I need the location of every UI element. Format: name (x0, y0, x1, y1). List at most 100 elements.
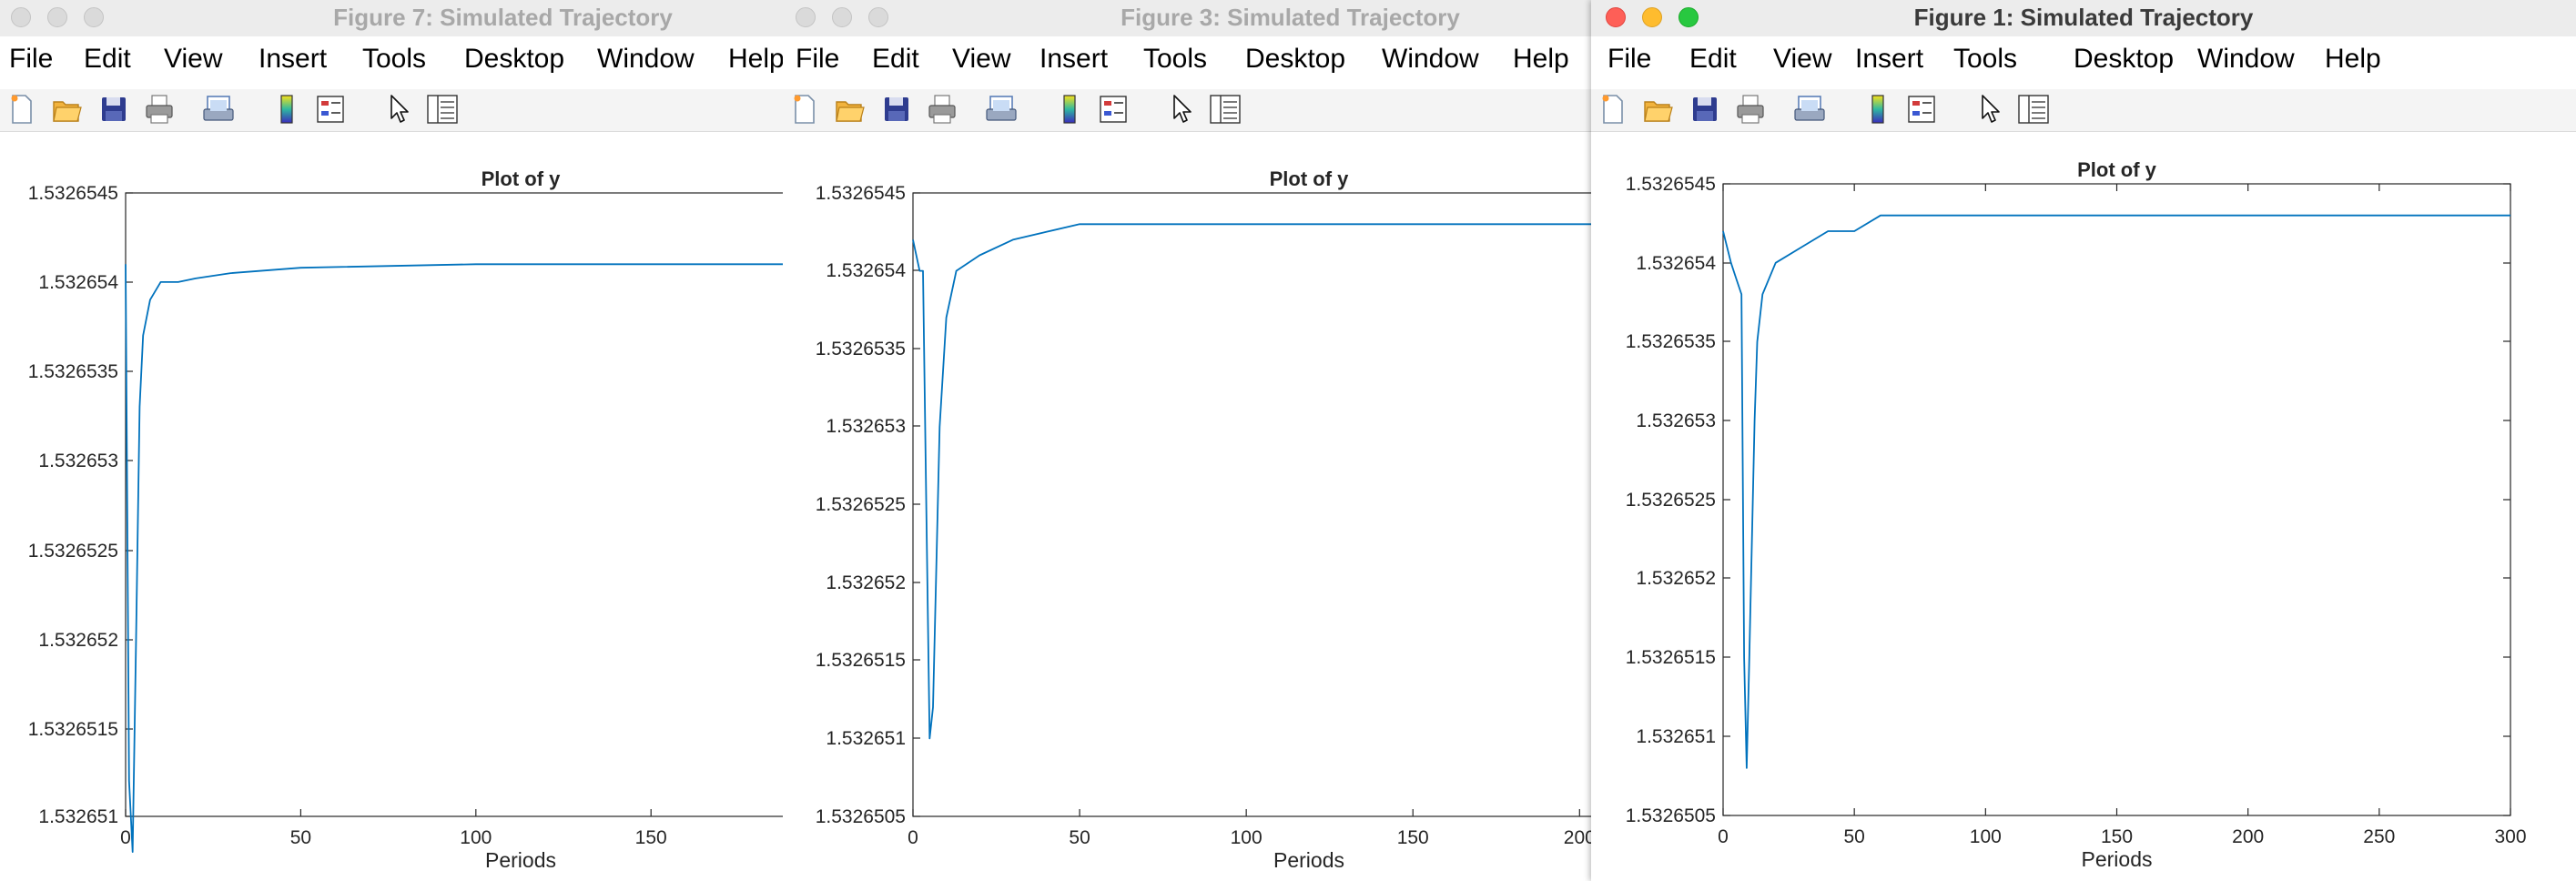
pointer-icon[interactable] (1973, 93, 2006, 126)
menu-item-tools[interactable]: Tools (362, 44, 426, 75)
menu-item-help[interactable]: Help (2325, 44, 2381, 75)
window-title: Figure 3: Simulated Trajectory (1121, 4, 1460, 31)
pointer-icon[interactable] (1165, 93, 1198, 126)
colorbar-icon[interactable] (1054, 93, 1087, 126)
save-icon[interactable] (881, 93, 914, 126)
x-tick-label: 200 (1564, 827, 1591, 848)
save-icon[interactable] (98, 93, 131, 126)
menu-item-tools[interactable]: Tools (1953, 44, 2017, 75)
x-tick-label: 0 (120, 827, 131, 848)
menu-item-view[interactable]: View (164, 44, 222, 75)
x-tick-label: 50 (1843, 826, 1864, 847)
y-tick-label: 1.532651 (826, 728, 906, 749)
print-preview-icon[interactable] (985, 93, 1018, 126)
menu-item-insert[interactable]: Insert (259, 44, 327, 75)
open-folder-icon[interactable] (834, 93, 867, 126)
x-tick-label: 150 (2101, 826, 2133, 847)
x-axis-label: Periods (1273, 848, 1344, 872)
y-tick-label: 1.5326515 (1626, 647, 1716, 668)
x-tick-label: 200 (2232, 826, 2264, 847)
chart-canvas: Plot of y0501001502002501.53265451.53265… (816, 167, 1591, 872)
y-tick-label: 1.5326545 (1626, 174, 1716, 195)
window-title: Figure 1: Simulated Trajectory (1913, 4, 2254, 31)
y-tick-label: 1.532654 (38, 272, 118, 293)
menu-item-edit[interactable]: Edit (872, 44, 919, 75)
plot-title: Plot of y (2077, 158, 2157, 181)
chart-area: Plot of y0501001502002501.53265451.53265… (783, 132, 1591, 881)
y-tick-label: 1.532652 (1636, 568, 1716, 589)
new-figure-icon[interactable] (790, 93, 823, 126)
x-tick-label: 300 (2494, 826, 2526, 847)
y-tick-label: 1.5326545 (816, 183, 906, 204)
x-tick-label: 150 (635, 827, 667, 848)
y-tick-label: 1.532653 (38, 451, 118, 471)
y-tick-label: 1.532652 (826, 572, 906, 593)
new-figure-icon[interactable] (1598, 93, 1631, 126)
print-icon[interactable] (927, 93, 959, 126)
figure-window[interactable]: Figure 7: Simulated Trajectory File Edit V… (0, 0, 783, 881)
menu-item-edit[interactable]: Edit (1689, 44, 1737, 75)
x-tick-label: 50 (290, 827, 311, 848)
menu-item-file[interactable]: File (1607, 44, 1651, 75)
legend-icon[interactable] (1098, 93, 1131, 126)
menu-item-tools[interactable]: Tools (1143, 44, 1207, 75)
pointer-icon[interactable] (382, 93, 415, 126)
title-bar[interactable]: Figure 3: Simulated Trajectory (783, 0, 1591, 37)
legend-icon[interactable] (315, 93, 348, 126)
open-folder-icon[interactable] (51, 93, 84, 126)
x-tick-label: 0 (1718, 826, 1729, 847)
chart-canvas: Plot of y 0 50 100 150 200 250 300 1.5326545 1.53… (1626, 158, 2527, 871)
toolbar (1591, 89, 2576, 132)
menu-bar: File Edit View Insert Tools Desktop Window Help (0, 36, 783, 89)
menu-item-window[interactable]: Window (1382, 44, 1479, 75)
figure-window[interactable]: Figure 3: Simulated Trajectory File Edit V… (783, 0, 1591, 881)
print-preview-icon[interactable] (1793, 93, 1826, 126)
title-bar[interactable]: Figure 7: Simulated Trajectory (0, 0, 783, 37)
chart-area: Plot of y0501001502002501.53265451.53265… (0, 132, 783, 881)
property-inspector-icon[interactable] (1209, 93, 1242, 126)
save-icon[interactable] (1689, 93, 1722, 126)
x-axis-label: Periods (2082, 847, 2153, 871)
x-tick-label: 250 (2363, 826, 2395, 847)
menu-item-window[interactable]: Window (2197, 44, 2295, 75)
y-tick-label: 1.532654 (1636, 253, 1716, 274)
y-tick-label: 1.5326505 (816, 806, 906, 827)
menu-item-insert[interactable]: Insert (1855, 44, 1923, 75)
menu-bar: File Edit View Insert Tools Desktop Window Help (1591, 36, 2576, 89)
new-figure-icon[interactable] (7, 93, 40, 126)
menu-item-desktop[interactable]: Desktop (1245, 44, 1345, 75)
toolbar (783, 89, 1591, 132)
menu-bar: File Edit View Insert Tools Desktop Window Help (783, 36, 1591, 89)
y-tick-label: 1.532652 (38, 630, 118, 651)
colorbar-icon[interactable] (1862, 93, 1895, 126)
y-tick-label: 1.532651 (38, 806, 118, 827)
property-inspector-icon[interactable] (426, 93, 459, 126)
legend-icon[interactable] (1906, 93, 1939, 126)
menu-item-desktop[interactable]: Desktop (464, 44, 564, 75)
title-bar[interactable]: Figure 1: Simulated Trajectory (1591, 0, 2576, 37)
plot-axes-box (912, 192, 1591, 817)
menu-item-window[interactable]: Window (597, 44, 695, 75)
menu-item-view[interactable]: View (952, 44, 1010, 75)
property-inspector-icon[interactable] (2017, 93, 2050, 126)
y-tick-label: 1.5326515 (816, 650, 906, 671)
menu-item-insert[interactable]: Insert (1040, 44, 1108, 75)
menu-item-desktop[interactable]: Desktop (2074, 44, 2174, 75)
print-preview-icon[interactable] (202, 93, 235, 126)
chart-area: Plot of y 0 50 100 150 200 250 300 1.5326545 1.53… (1591, 132, 2576, 881)
menu-item-view[interactable]: View (1773, 44, 1831, 75)
menu-item-help[interactable]: Help (1513, 44, 1569, 75)
menu-item-help[interactable]: Help (728, 44, 783, 75)
menu-item-edit[interactable]: Edit (84, 44, 131, 75)
figure-window[interactable]: Figure 1: Simulated Trajectory File Edit V… (1591, 0, 2576, 881)
menu-item-file[interactable]: File (796, 44, 839, 75)
print-icon[interactable] (144, 93, 177, 126)
toolbar (0, 89, 783, 132)
print-icon[interactable] (1735, 93, 1768, 126)
chart-canvas: Plot of y0501001502002501.53265451.53265… (28, 167, 783, 872)
colorbar-icon[interactable] (271, 93, 304, 126)
open-folder-icon[interactable] (1642, 93, 1675, 126)
menu-item-file[interactable]: File (9, 44, 53, 75)
plot-axes-box (1722, 183, 2511, 816)
x-tick-label: 150 (1397, 827, 1429, 848)
